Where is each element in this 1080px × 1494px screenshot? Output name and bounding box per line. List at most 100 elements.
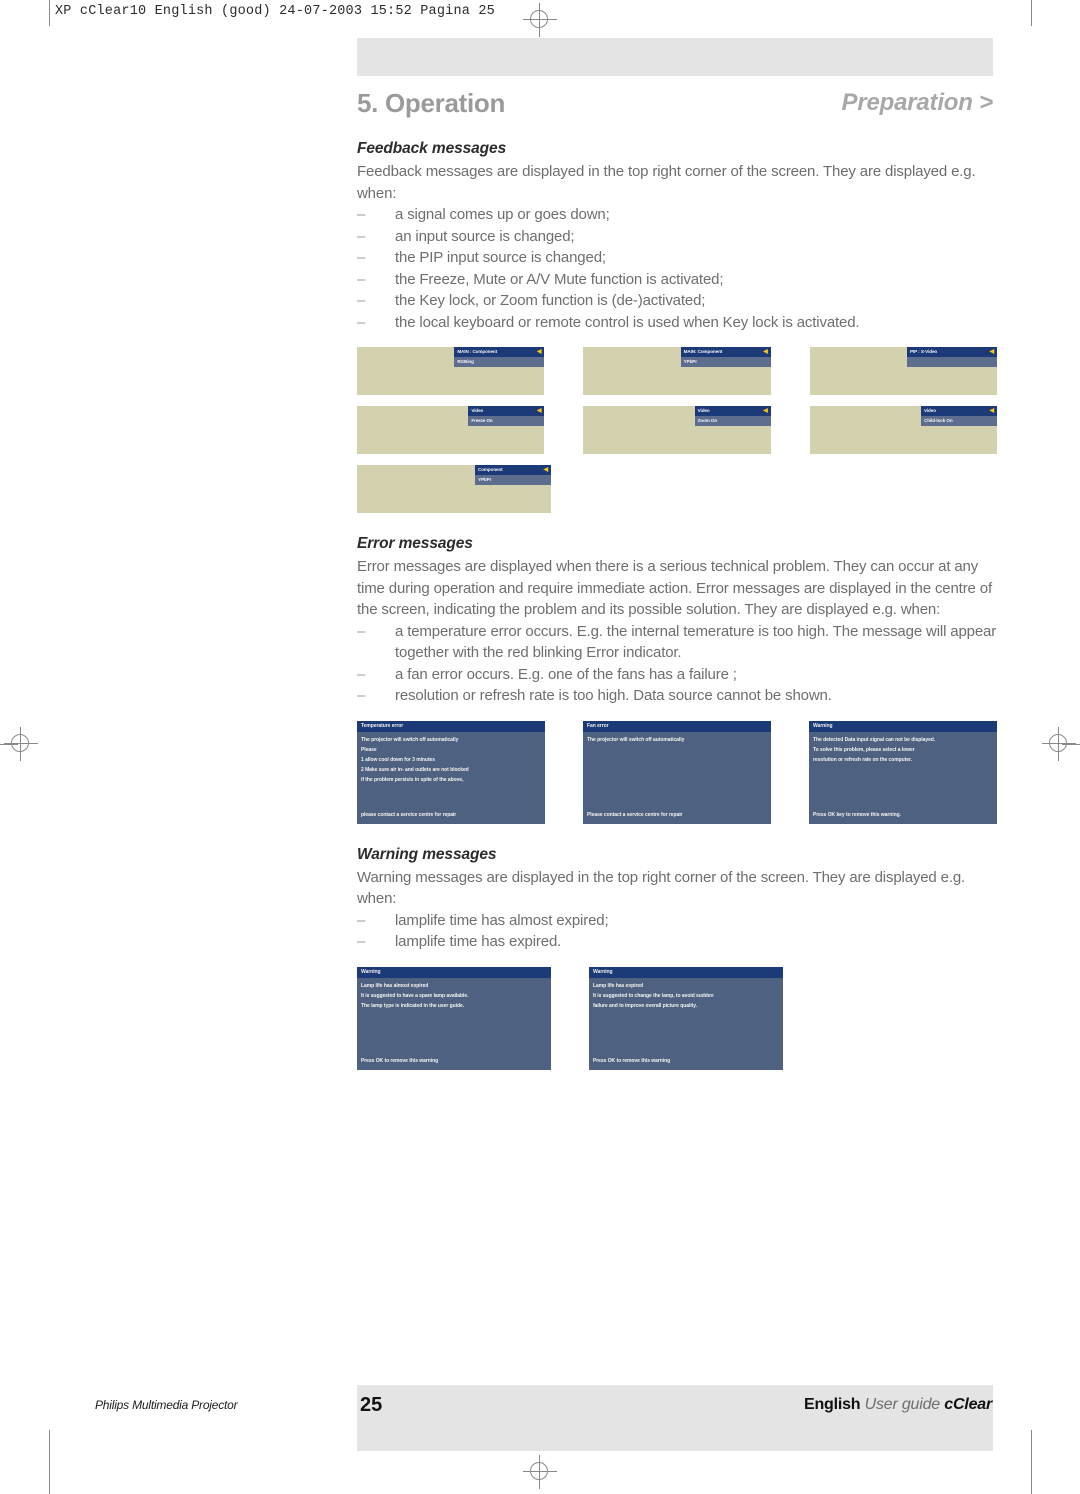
osd-popup: PIP : S-Video ◀ <box>906 347 997 367</box>
message-box-title: Warning <box>809 720 997 732</box>
osd-popup-title: MAIN : Component ◀ <box>454 347 545 357</box>
section-heading-error: Error messages <box>357 535 473 552</box>
feedback-osd-screenshot: PIP : S-Video ◀ <box>809 347 997 395</box>
section-heading-feedback: Feedback messages <box>357 140 507 157</box>
message-box-title: Warning <box>357 966 551 978</box>
message-box-footer: Press OK key to remove this warning. <box>813 811 901 818</box>
feedback-osd-screenshot: Video ◀ Freeze On <box>357 406 545 454</box>
error-message-box: Fan error The projector will switch off … <box>583 720 771 824</box>
osd-popup: Component ◀ YPbPr <box>475 465 551 485</box>
osd-popup-title-label: MAIN : Component <box>457 349 498 354</box>
error-message-box-row: Temperature error The projector will swi… <box>357 720 997 824</box>
message-line: 1 allow cool down for 3 minutes <box>361 756 436 763</box>
osd-popup-title-label: MAIN: Component <box>683 349 723 354</box>
message-box-lines: Lamp life has expired It is suggested to… <box>589 978 783 1011</box>
osd-popup-title: Video ◀ <box>468 406 545 416</box>
message-box-lines: The projector will switch off automatica… <box>583 732 771 745</box>
speaker-icon: ◀ <box>536 408 542 414</box>
feedback-bullet-list: – a signal comes up or goes down; – an inp… <box>357 204 997 333</box>
osd-popup-title: MAIN: Component ◀ <box>680 347 771 357</box>
message-box-footer: Press OK to remove this warning <box>361 1057 439 1064</box>
message-box-footer: Press OK to remove this warning <box>593 1057 671 1064</box>
speaker-icon: ◀ <box>989 349 994 355</box>
message-line: failure and to improve overall picture q… <box>593 1002 697 1009</box>
dash-bullet-icon: – <box>357 665 366 683</box>
message-line: The projector will switch off automatica… <box>587 736 685 743</box>
list-item: – the local keyboard or remote control is… <box>357 312 997 334</box>
message-line: The projector will switch off automatica… <box>361 736 459 743</box>
message-box-title: Temperature error <box>357 720 545 732</box>
osd-popup: Video ◀ Freeze On <box>468 406 545 426</box>
list-item-label: the Freeze, Mute or A/V Mute function is… <box>395 270 724 288</box>
list-item-label: lamplife time has expired. <box>395 933 562 950</box>
list-item-label: lamplife time has almost expired; <box>395 911 609 929</box>
osd-popup: Video ◀ Child-lock On <box>920 406 997 426</box>
list-item: – lamplife time has expired. <box>357 931 997 953</box>
message-line: To solve this problem, please select a l… <box>813 746 915 753</box>
message-box-title: Warning <box>589 966 783 978</box>
osd-popup-title: Video ◀ <box>694 406 771 416</box>
osd-popup-body: Child-lock On <box>920 416 997 426</box>
osd-popup-body: YPbPr <box>680 357 771 367</box>
list-item: – the PIP input source is changed; <box>357 247 997 269</box>
message-line: It is suggested to change the lamp, to a… <box>593 992 714 999</box>
list-item-label: the Key lock, or Zoom function is (de-)a… <box>395 292 706 309</box>
footer-guide-type: User guide <box>864 1396 941 1413</box>
imposition-slug-line: XP cClear10 English (good) 24-07-2003 15… <box>55 4 495 19</box>
speaker-icon: ◀ <box>763 349 768 355</box>
registration-mark-top <box>523 3 557 37</box>
warning-message-box: Warning Lamp life has expired It is sugg… <box>589 966 783 1070</box>
list-item: – a signal comes up or goes down; <box>357 204 997 226</box>
chapter-header: 5. Operation Preparation > <box>357 88 993 124</box>
list-item-label: an input source is changed; <box>395 227 575 245</box>
dash-bullet-icon: – <box>357 270 366 288</box>
page-title: 5. Operation <box>357 88 506 118</box>
dash-bullet-icon: – <box>357 911 366 929</box>
footer-guide-label: English User guide cClear <box>804 1396 992 1414</box>
warning-message-box-row: Warning Lamp life has almost expired It … <box>357 966 997 1070</box>
list-item: – the Freeze, Mute or A/V Mute function i… <box>357 269 997 291</box>
feedback-osd-screenshot: MAIN: Component ◀ YPbPr <box>583 347 771 395</box>
speaker-icon: ◀ <box>543 467 548 473</box>
message-box-lines: The detected Data input signal can not b… <box>809 732 997 765</box>
message-box-lines: Lamp life has almost expired It is sugge… <box>357 978 551 1011</box>
warning-bullet-list: – lamplife time has almost expired; – lamp… <box>357 910 997 953</box>
feedback-osd-screenshot: Video ◀ Child-lock On <box>809 406 997 454</box>
message-box-title: Fan error <box>583 720 771 732</box>
message-line: The lamp type is indicated in the user g… <box>361 1002 465 1009</box>
speaker-icon: ◀ <box>763 408 768 414</box>
crop-mark-top-left-vertical <box>49 0 50 26</box>
osd-popup-title-label: PIP : S-Video <box>909 349 938 354</box>
osd-popup-title-label: Video <box>923 408 936 413</box>
dash-bullet-icon: – <box>357 227 366 245</box>
dash-bullet-icon: – <box>357 687 366 704</box>
osd-popup-body: Freeze On <box>468 416 545 426</box>
message-box-footer: Please contact a service centre for repa… <box>587 811 683 818</box>
dash-bullet-icon: – <box>357 206 366 223</box>
footer-grey-band <box>357 1385 993 1451</box>
message-line: if the problem persists in spite of the … <box>361 776 464 783</box>
footer-product-name: cClear <box>944 1396 992 1413</box>
osd-popup-title: PIP : S-Video ◀ <box>906 347 997 357</box>
feedback-osd-screenshot: Component ◀ YPbPr <box>357 465 551 513</box>
feedback-intro-paragraph: Feedback messages are displayed in the t… <box>357 163 976 202</box>
speaker-icon: ◀ <box>536 349 542 355</box>
message-box-footer: please contact a service centre for repa… <box>361 811 457 818</box>
osd-popup: MAIN : Component ◀ RGBing <box>454 347 545 367</box>
breadcrumb: Preparation > <box>841 89 994 116</box>
error-bullet-list: – a temperature error occurs. E.g. the in… <box>357 621 997 707</box>
dash-bullet-icon: – <box>357 313 366 331</box>
error-message-box: Temperature error The projector will swi… <box>357 720 545 824</box>
registration-mark-right <box>1042 727 1076 761</box>
osd-popup-body: RGBing <box>454 357 545 367</box>
message-line: Lamp life has expired <box>593 982 644 989</box>
dash-bullet-icon: – <box>357 933 366 950</box>
list-item: – the Key lock, or Zoom function is (de-)… <box>357 290 997 312</box>
page-number: 25 <box>360 1394 383 1416</box>
message-line: The detected Data input signal can not b… <box>813 736 936 743</box>
list-item-label: a signal comes up or goes down; <box>395 206 610 223</box>
list-item: – resolution or refresh rate is too high.… <box>357 685 997 707</box>
osd-popup-title-label: Video <box>471 408 484 413</box>
list-item-label: a fan error occurs. E.g. one of the fans… <box>395 665 737 683</box>
list-item: – a fan error occurs. E.g. one of the fan… <box>357 664 997 686</box>
